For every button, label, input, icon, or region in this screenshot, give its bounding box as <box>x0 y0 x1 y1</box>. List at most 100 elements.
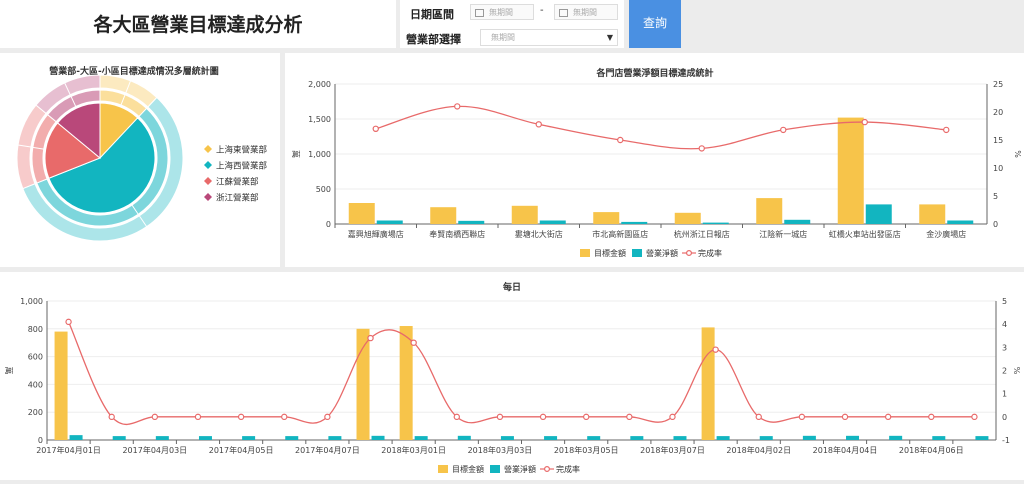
page-title: 各大區營業目標達成分析 <box>93 14 303 36</box>
date-separator: - <box>540 5 544 16</box>
title-panel: 各大區營業目標達成分析 <box>0 0 396 48</box>
y-tick-label: 0 <box>38 436 43 445</box>
completion-rate-point <box>943 126 950 134</box>
legend-swatch <box>580 249 590 257</box>
y-tick-label: 600 <box>28 353 43 362</box>
completion-rate-point <box>65 318 72 326</box>
y-tick-label: 400 <box>28 380 43 389</box>
legend-marker <box>204 177 212 185</box>
date-end-placeholder: 無期間 <box>573 8 597 17</box>
net-bar <box>784 219 811 224</box>
x-tick-label: 杭州浙江日報店 <box>674 229 730 239</box>
net-bar <box>198 436 212 440</box>
target-bar <box>756 198 783 224</box>
net-bar <box>285 436 299 440</box>
y2-axis-label: % <box>1013 150 1022 158</box>
pie-chart-title: 營業部-大區-小區目標達成情況多層統計圖 <box>48 65 218 77</box>
legend-label: 完成率 <box>698 248 722 258</box>
completion-rate-point <box>453 413 460 421</box>
y-axis-label: 萬 <box>291 150 301 158</box>
completion-rate-point <box>798 413 806 421</box>
x-tick-label: 虹橋火車站出發區店 <box>829 229 901 239</box>
net-bar <box>673 436 687 440</box>
date-start-input[interactable]: 無期間 <box>470 4 534 20</box>
legend-label: 浙江營業部 <box>216 193 259 204</box>
y2-tick-label: 25 <box>993 80 1003 89</box>
legend-label: 營業淨額 <box>504 464 536 474</box>
y2-tick-label: -1 <box>1002 436 1010 445</box>
completion-rate-line <box>67 321 975 425</box>
pie-panel: 營業部-大區-小區目標達成情況多層統計圖 上海東營業部 上海西營業部 江蘇營業部 浙江營… <box>0 53 280 267</box>
x-tick-label: 2017年04月05日 <box>209 445 274 455</box>
x-tick-label: 2018年03月01日 <box>381 445 446 455</box>
completion-rate-point <box>194 413 202 421</box>
net-bar <box>544 436 558 440</box>
y2-tick-label: 4 <box>1002 320 1007 329</box>
completion-rate-point <box>755 413 762 421</box>
legend-marker <box>204 161 212 169</box>
y-tick-label: 1,500 <box>308 115 331 124</box>
net-bar <box>376 220 403 224</box>
completion-rate-point <box>712 346 719 353</box>
net-bar <box>947 220 974 224</box>
x-tick-label: 2018年03月07日 <box>640 445 705 455</box>
dept-select-placeholder: 無期間 <box>491 33 515 42</box>
legend-label: 營業淨額 <box>646 248 678 258</box>
completion-rate-point <box>583 413 590 421</box>
legend-swatch <box>543 466 550 473</box>
y2-tick-label: 5 <box>1002 297 1007 306</box>
completion-rate-point <box>971 413 978 421</box>
x-tick-label: 2017年04月03日 <box>122 445 187 455</box>
daily-panel: 每日 0 200 400 600 800 1,000 -1 0 1 2 3 4 5 萬% 2017年04月01… <box>0 272 1024 480</box>
net-bar <box>759 436 773 440</box>
y2-tick-label: 15 <box>993 136 1003 145</box>
x-tick-label: 2018年04月04日 <box>813 445 878 455</box>
net-bar <box>539 220 566 224</box>
dept-select[interactable]: 無期間 ▼ <box>480 29 618 46</box>
legend-swatch <box>632 249 642 257</box>
net-bar <box>889 435 903 440</box>
y-tick-label: 500 <box>316 185 331 194</box>
y-tick-label: 1,000 <box>20 297 43 306</box>
y2-tick-label: 1 <box>1002 390 1007 399</box>
x-tick-label: 奉賢南橋西聯店 <box>429 229 485 239</box>
multi-level-pie-chart: 營業部-大區-小區目標達成情況多層統計圖上海東營業部上海西營業部江蘇營業部浙江營… <box>16 65 268 242</box>
target-bar <box>701 327 715 440</box>
legend-label: 江蘇營業部 <box>216 177 259 188</box>
y2-tick-label: 0 <box>1002 413 1007 422</box>
net-bar <box>458 220 485 224</box>
legend-marker <box>204 193 212 201</box>
net-bar <box>716 436 730 440</box>
date-end-input[interactable]: 無期間 <box>554 4 618 20</box>
chart-title: 各門店營業淨額目標達成統計 <box>595 67 713 79</box>
completion-rate-point <box>617 136 624 144</box>
query-button[interactable]: 查詢 <box>629 0 681 48</box>
target-bar <box>54 331 68 440</box>
x-tick-label: 2018年04月06日 <box>899 445 964 455</box>
y-tick-label: 800 <box>28 325 43 334</box>
legend-label: 完成率 <box>556 464 580 474</box>
y-tick-label: 2,000 <box>308 80 331 89</box>
completion-rate-point <box>861 118 868 126</box>
calendar-icon <box>475 8 484 17</box>
legend-swatch <box>438 465 448 473</box>
net-bar <box>630 436 644 440</box>
legend-label: 目標金額 <box>452 464 484 474</box>
completion-rate-point <box>454 103 461 110</box>
completion-rate-point <box>410 339 417 346</box>
date-start-placeholder: 無期間 <box>489 8 513 17</box>
completion-rate-point <box>539 413 547 421</box>
net-bar <box>69 435 83 440</box>
completion-rate-point <box>535 121 542 128</box>
completion-rate-point <box>281 413 288 421</box>
completion-rate-point <box>324 413 331 421</box>
net-bar <box>371 435 385 440</box>
completion-rate-point <box>237 413 245 421</box>
completion-rate-point <box>669 413 676 421</box>
legend-marker <box>204 145 212 153</box>
x-tick-label: 市北高新園區店 <box>592 229 648 239</box>
completion-rate-point <box>841 413 849 421</box>
x-tick-label: 2018年03月03日 <box>468 445 533 455</box>
legend-label: 上海西營業部 <box>216 161 268 172</box>
net-bar <box>155 436 169 440</box>
